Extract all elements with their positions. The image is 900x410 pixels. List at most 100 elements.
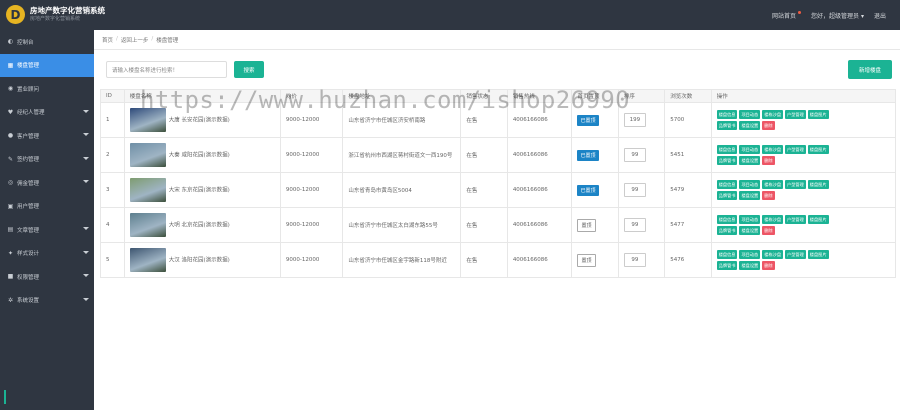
operation-button[interactable]: 户型管理 [785, 180, 806, 189]
operation-button[interactable]: 楼盘图片 [807, 145, 829, 154]
sidebar-item[interactable]: ● 客户管理 [0, 124, 94, 148]
cell-name: 大秦 咸阳花园(演示数据) [123, 137, 281, 173]
operation-button[interactable]: 品牌管书 [716, 261, 738, 270]
operation-button[interactable]: 楼栋沙盘 [762, 250, 784, 259]
operation-button[interactable]: 楼盘图片 [807, 180, 829, 189]
cell-hotline: 4006166086 [506, 172, 573, 208]
operation-button[interactable]: 项目动态 [739, 250, 761, 259]
sidebar-item[interactable]: ■ 权限管理 [0, 265, 94, 289]
property-thumbnail[interactable] [129, 248, 166, 272]
chevron-down-icon [83, 250, 89, 254]
main-content: 首页 / 返回上一步 / 楼盘管理 请输入楼盘名称进行检索！ 搜索 新增楼盘 I… [94, 30, 900, 410]
operation-button[interactable]: 楼盘设置 [739, 156, 761, 165]
table-body: 1 大唐 长安花园(演示数据) 9000-12000 山东省济宁市任城区济安桥南路 在售… [100, 102, 897, 278]
chevron-down-icon [83, 156, 89, 160]
operation-button[interactable]: 楼栋沙盘 [762, 145, 784, 154]
app-subtitle: 房地产数字化营销系统 [30, 15, 81, 22]
sidebar-item[interactable]: ▤ 文章管理 [0, 218, 94, 242]
cell-hotline: 4006166086 [506, 137, 573, 173]
property-thumbnail[interactable] [129, 143, 166, 167]
pin-top-toggle[interactable]: 已置顶 [577, 184, 599, 196]
table-row: 4 大明 北京花园(演示数据) 9000-12000 山东省济宁市任城区太白湖东路55… [100, 207, 897, 243]
delete-button[interactable]: 删除 [762, 226, 775, 235]
search-button[interactable]: 搜索 [234, 61, 264, 78]
operation-button[interactable]: 楼盘图片 [807, 215, 829, 224]
pin-top-toggle[interactable]: 已置顶 [577, 149, 599, 161]
breadcrumb-home[interactable]: 首页 [102, 36, 113, 44]
operation-button[interactable]: 品牌管书 [716, 156, 738, 165]
sidebar-item[interactable]: ◎ 佣金管理 [0, 171, 94, 195]
property-name: 大唐 长安花园(演示数据) [168, 117, 230, 124]
property-name: 大汉 洛阳花园(演示数据) [168, 257, 230, 264]
operation-button[interactable]: 楼盘信息 [716, 250, 738, 259]
sort-input[interactable]: 99 [623, 218, 646, 232]
sidebar-item[interactable]: ▣ 用户管理 [0, 195, 94, 219]
cell-top: 已置顶 [571, 137, 619, 173]
operation-button[interactable]: 品牌管书 [716, 121, 738, 130]
operation-button[interactable]: 户型管理 [785, 215, 806, 224]
operation-button[interactable]: 户型管理 [785, 250, 806, 259]
sort-input[interactable]: 99 [623, 253, 646, 267]
operation-button[interactable]: 楼盘设置 [739, 121, 761, 130]
pin-top-toggle[interactable]: 置顶 [577, 253, 596, 267]
sidebar-item[interactable]: ✦ 样式设计 [0, 242, 94, 266]
sort-input[interactable]: 199 [623, 113, 646, 127]
cell-hotline: 4006166086 [506, 207, 573, 243]
sort-input[interactable]: 99 [623, 183, 646, 197]
pen-icon: ✎ [7, 155, 14, 163]
breadcrumb-back[interactable]: 返回上一步 [121, 36, 149, 44]
sidebar-item[interactable]: ♥ 经纪人管理 [0, 101, 94, 125]
cell-top: 已置顶 [571, 172, 619, 208]
sort-input[interactable]: 99 [623, 148, 646, 162]
property-thumbnail[interactable] [129, 178, 166, 202]
brand[interactable]: D 房地产数字化营销系统 房地产数字化营销系统 [6, 5, 105, 24]
search-input[interactable]: 请输入楼盘名称进行检索！ [106, 61, 227, 78]
operation-button[interactable]: 品牌管书 [716, 191, 738, 200]
property-thumbnail[interactable] [129, 213, 166, 237]
chevron-down-icon [83, 227, 89, 230]
operation-button[interactable]: 项目动态 [739, 215, 761, 224]
operation-button[interactable]: 楼盘信息 [716, 110, 738, 119]
sidebar-item[interactable]: ◐ 控制台 [0, 30, 94, 54]
cell-id: 1 [100, 102, 125, 138]
operation-button[interactable]: 楼栋沙盘 [762, 110, 784, 119]
sidebar-item[interactable]: ✲ 系统设置 [0, 289, 94, 313]
add-property-button[interactable]: 新增楼盘 [848, 60, 892, 79]
operation-button[interactable]: 楼盘设置 [739, 226, 761, 235]
sidebar-item[interactable]: ◉ 置业顾问 [0, 77, 94, 101]
operation-button[interactable]: 品牌管书 [716, 226, 738, 235]
logout-link[interactable]: 退出 [874, 11, 886, 20]
operation-button[interactable]: 楼盘信息 [716, 215, 738, 224]
cell-sort: 99 [617, 137, 666, 173]
operation-button[interactable]: 楼栋沙盘 [762, 180, 784, 189]
operation-button[interactable]: 楼栋沙盘 [762, 215, 784, 224]
cell-top: 置顶 [571, 242, 619, 278]
delete-button[interactable]: 删除 [762, 261, 775, 270]
operation-button[interactable]: 户型管理 [785, 110, 806, 119]
operation-button[interactable]: 楼盘设置 [739, 261, 761, 270]
top-nav: 网站首页 您好，超级管理员 ▾ 退出 [772, 0, 886, 30]
operation-button[interactable]: 楼盘图片 [807, 250, 829, 259]
delete-button[interactable]: 删除 [762, 156, 775, 165]
operation-button[interactable]: 项目动态 [739, 145, 761, 154]
operation-button[interactable]: 楼盘设置 [739, 191, 761, 200]
operation-button[interactable]: 项目动态 [739, 180, 761, 189]
operation-button[interactable]: 户型管理 [785, 145, 806, 154]
operation-button[interactable]: 楼盘信息 [716, 145, 738, 154]
operation-button[interactable]: 楼盘图片 [807, 110, 829, 119]
pin-top-toggle[interactable]: 置顶 [577, 218, 596, 232]
chevron-down-icon [83, 180, 89, 183]
delete-button[interactable]: 删除 [762, 121, 775, 130]
user-menu[interactable]: 您好，超级管理员 ▾ [811, 11, 864, 20]
delete-button[interactable]: 删除 [762, 191, 775, 200]
sidebar-item-label: 系统设置 [17, 298, 40, 305]
cell-views: 5477 [664, 207, 712, 243]
site-home-link[interactable]: 网站首页 [772, 10, 802, 20]
operation-button[interactable]: 项目动态 [739, 110, 761, 119]
sidebar-item[interactable]: ▦ 楼盘管理 [0, 53, 94, 77]
sidebar-scroll-handle[interactable] [4, 390, 6, 404]
pin-top-toggle[interactable]: 已置顶 [577, 114, 599, 126]
operation-button[interactable]: 楼盘信息 [716, 180, 738, 189]
sidebar-item[interactable]: ✎ 签约管理 [0, 148, 94, 172]
operation-buttons: 楼盘信息 项目动态 楼栋沙盘 户型管理 楼盘图片品牌管书 楼盘设置 删除 [716, 215, 837, 235]
